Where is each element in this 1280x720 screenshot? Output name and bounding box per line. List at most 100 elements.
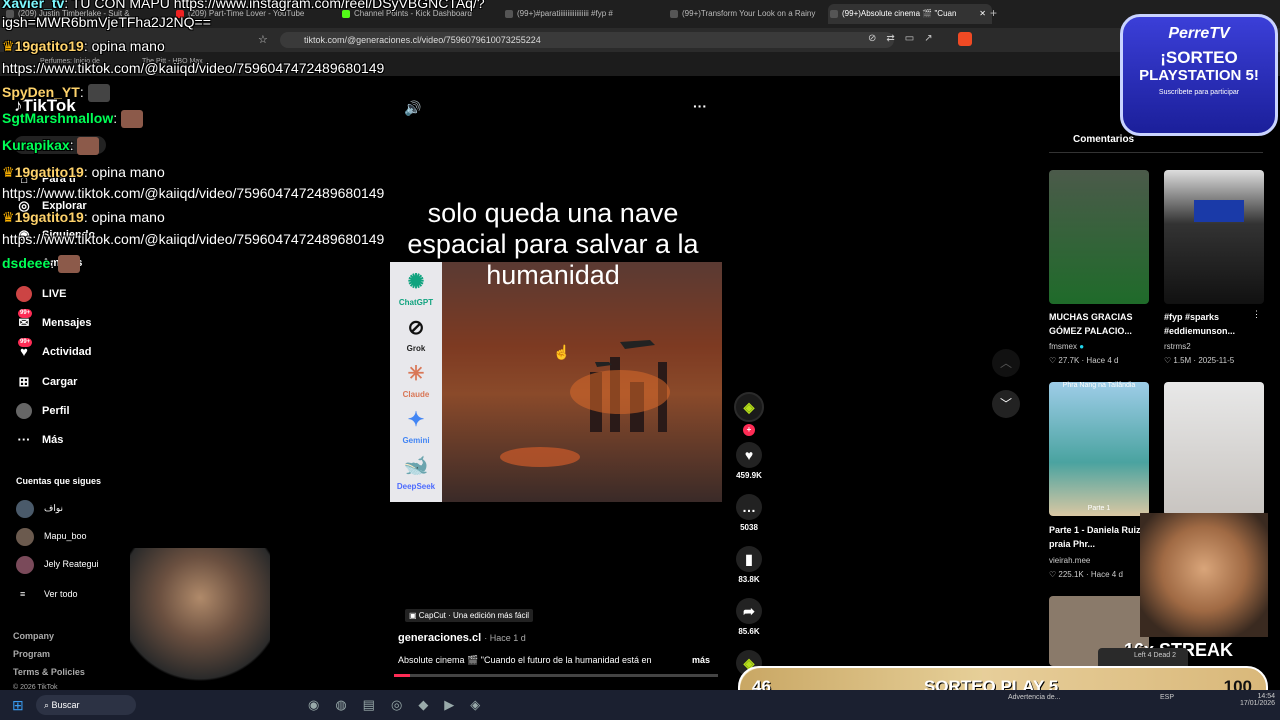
messages-icon: ✉ 99+ [18,309,33,330]
promo-line1: ¡SORTEO [1160,48,1238,67]
save-button[interactable]: ▮ 83.8K [734,546,764,584]
video-thumbnail[interactable] [1164,170,1264,304]
windows-start-icon[interactable]: ⊞ [12,697,24,714]
video-author[interactable]: generaciones.cl · Hace 1 d [398,632,526,644]
crown-icon: ♛ [2,209,15,225]
crown-icon: ♛ [2,164,15,180]
language-indicator[interactable]: ESP [1160,694,1174,701]
chat-message: https://www.tiktok.com/@kaiiqd/video/759… [2,231,385,247]
share-button[interactable]: ➦ 85.6K [734,598,764,636]
notification-badge: 99+ [18,338,33,347]
gemini-icon: ✦ [407,409,425,431]
following-account[interactable]: Jely Reategui [16,554,99,574]
chat-message: dsdeee: [2,255,81,274]
url-field[interactable]: tiktok.com/@generaciones.cl/video/759607… [280,32,894,48]
avatar [16,500,34,518]
bookmark-icon: ▮ [736,546,762,572]
video-author[interactable]: vieirah.mee [1049,556,1090,565]
video-thumbnail[interactable]: Phra Nang na Tailândia Parte 1 [1049,382,1149,516]
more-options-icon[interactable]: ⋮ [1252,309,1261,320]
video-author[interactable]: fmsmex ● [1049,342,1084,351]
following-title: Cuentas que sigues [16,476,102,486]
webcam-streamer [130,548,270,690]
nav-mas[interactable]: ··· Más [16,429,64,451]
chat-message: Kurapikax: [2,137,100,156]
profile-icon [16,403,32,419]
browser-tab[interactable]: (99+)Transform Your Look on a Rainy [668,4,832,24]
chat-message: Xavier_tv: TU CON MAPU https://www.insta… [2,0,485,11]
kick-icon [342,10,350,18]
brave-shield-icon[interactable] [958,32,972,46]
following-account[interactable]: Mapu_boo [16,526,87,546]
heart-icon: ♡ [1049,570,1059,579]
taskbar-search[interactable]: ⌕ Buscar [36,695,136,715]
more-icon: ··· [17,432,31,447]
emote-icon [121,110,144,129]
deepseek-icon: 🐋 [403,455,429,477]
grok-icon: ⊘ [407,317,425,339]
nav-perfil[interactable]: Perfil [16,400,70,422]
like-button[interactable]: ♥ 459.9K [734,442,764,480]
volume-icon[interactable]: 🔊 [404,100,421,117]
video-progress-fill [394,674,411,677]
taskbar-app-icons[interactable]: ◉◍▤◎◆▶◈ [308,697,496,713]
video-description: Absolute cinema 🎬 "Cuando el futuro de l… [398,655,652,665]
heart-icon: ♡ [1164,356,1174,365]
more-options-icon[interactable]: ··· [693,98,707,114]
close-icon[interactable]: ✕ [979,4,986,24]
chevron-down-icon: ﹀ [999,397,1012,411]
chat-message: https://www.tiktok.com/@kaiiqd/video/759… [2,185,385,201]
chat-message: SpyDen_YT: [2,84,110,103]
video-author[interactable]: rstrms2 [1164,342,1191,351]
extension-icons[interactable]: ⊘⇄▭↗ [868,33,943,44]
emote-icon [77,137,100,156]
live-icon [16,286,32,302]
grok-logo: ⊘ Grok [390,314,442,353]
notification-badge: 99+ [18,309,33,318]
follow-plus-icon[interactable]: + [743,424,755,436]
next-video-button[interactable]: ﹀ [992,390,1020,418]
chat-message: https://www.tiktok.com/@kaiiqd/video/759… [2,60,385,76]
footer-link[interactable]: Company [13,631,54,641]
chat-message: ♛19gatito19: opina mano [2,164,165,180]
browser-tab[interactable]: (99+)#paratiiiiiiiiiiiiiiiii #fyp # [503,4,667,24]
tiktok-icon [505,10,513,18]
emote-icon [58,255,81,274]
video-thumbnail[interactable] [1049,170,1149,304]
nav-actividad[interactable]: ♥ 99+ Actividad [16,338,92,363]
video-meta: ♡ 225.1K · Hace 4 d [1049,570,1123,579]
nav-live[interactable]: LIVE [16,283,66,305]
sorteo-promo-badge: PerreTV ¡SORTEO PLAYSTATION 5! Suscríbet… [1120,14,1278,136]
list-icon: ≡ [20,589,26,599]
video-meta: ♡ 1.5M · 2025-11-5 [1164,356,1235,365]
video-thumbnail[interactable] [1164,382,1264,516]
avatar [16,556,34,574]
capcut-tag[interactable]: ▣ CapCut · Una edición más fácil [405,609,534,622]
capcut-icon: ▣ [409,611,419,620]
browser-tab-active[interactable]: (99+)Absolute cinema 🎬 "Cuan ✕ [828,4,992,24]
comment-button[interactable]: … 5038 [734,494,764,532]
nav-cargar[interactable]: ⊞ Cargar [16,371,78,393]
video-title[interactable]: MUCHAS GRACIAS GÓMEZ PALACIO... [1049,310,1155,338]
claude-icon: ✳ [407,363,425,385]
see-all-link[interactable]: ≡ Ver todo [16,584,78,604]
previous-video-button[interactable]: ︿ [992,349,1020,377]
following-account[interactable]: نواف [16,498,63,518]
crown-icon: ♛ [2,38,15,54]
footer-link[interactable]: Terms & Policies [13,667,85,677]
more-link[interactable]: más [692,655,710,665]
new-tab-button[interactable]: + [990,6,997,20]
nav-mensajes[interactable]: ✉ 99+ Mensajes [16,309,92,334]
footer-link[interactable]: Program [13,649,50,659]
promo-line2: PLAYSTATION 5! [1139,67,1259,84]
heart-icon: ♥ [736,442,762,468]
claude-logo: ✳ Claude [390,360,442,399]
emote-icon [87,84,110,103]
tiktok-icon [830,10,838,18]
tab-comentarios[interactable]: Comentarios [1073,134,1134,145]
clock[interactable]: 14:54 17/01/2026 [1240,693,1275,707]
author-avatar[interactable]: ◈ + [734,392,764,436]
video-progress-track[interactable] [394,674,718,677]
ai-logos-strip: ✺ ChatGPT ⊘ Grok ✳ Claude ✦ Gemini 🐋 DeepSeek [390,262,442,502]
bookmark-icon[interactable]: ☆ [258,33,268,46]
